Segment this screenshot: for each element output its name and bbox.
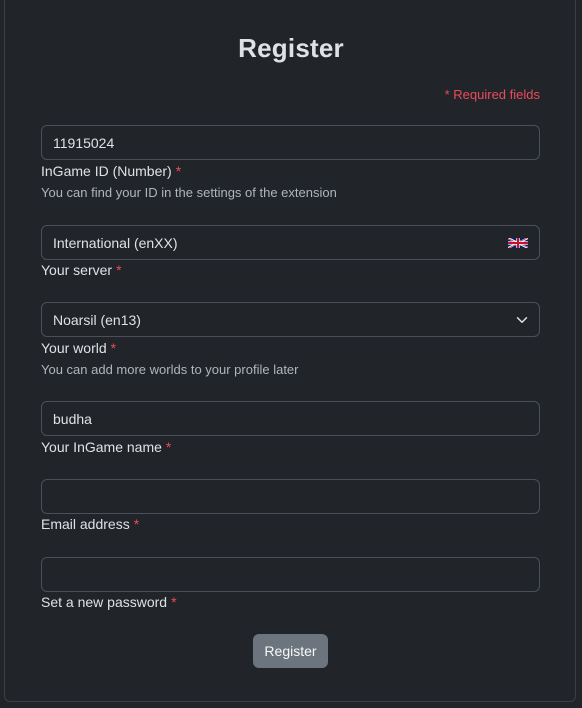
ingame-id-label: InGame ID (Number) * [41,163,181,179]
email-label-text: Email address [41,516,130,532]
required-fields-note: * Required fields [444,87,540,102]
ingame-name-input[interactable]: budha [41,401,540,436]
ingame-id-value: 11915024 [53,134,115,151]
ingame-name-label-text: Your InGame name [41,439,162,455]
register-button[interactable]: Register [253,634,328,668]
required-marker: * [165,439,172,455]
ingame-name-label: Your InGame name * [41,439,171,455]
ingame-id-input[interactable]: 11915024 [41,125,540,160]
password-label: Set a new password * [41,594,177,610]
password-field[interactable] [41,557,540,592]
password-label-text: Set a new password [41,594,168,610]
uk-flag-icon [508,237,528,249]
ingame-id-label-text: InGame ID (Number) [41,163,172,179]
server-label-text: Your server [41,262,113,278]
required-marker: * [171,594,177,610]
required-marker: * [110,340,117,356]
email-field[interactable] [41,479,540,514]
server-value: International (enXX) [53,234,178,251]
world-label-text: Your world [41,340,107,356]
required-marker: * [133,516,140,532]
required-marker: * [175,163,182,179]
ingame-name-value: budha [53,410,92,427]
world-value: Noarsil (en13) [53,311,141,328]
chevron-down-icon [516,314,528,326]
world-label: Your world * [41,340,116,356]
required-marker: * [116,262,122,278]
world-help: You can add more worlds to your profile … [41,362,299,377]
world-select[interactable]: Noarsil (en13) [41,302,540,337]
server-select[interactable]: International (enXX) [41,225,540,260]
email-label: Email address * [41,516,139,532]
ingame-id-help: You can find your ID in the settings of … [41,185,337,200]
server-label: Your server * [41,262,122,278]
page-title: Register [238,33,344,63]
